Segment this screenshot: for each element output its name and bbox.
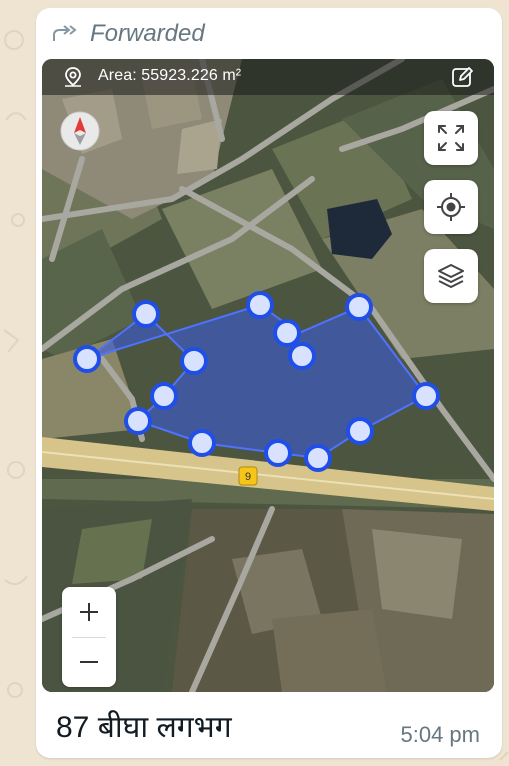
polygon-vertex[interactable] (73, 345, 101, 373)
polygon-vertex[interactable] (346, 417, 374, 445)
polygon-vertex[interactable] (188, 429, 216, 457)
minus-icon (80, 661, 98, 663)
polygon-vertex[interactable] (345, 293, 373, 321)
polygon-vertex[interactable] (304, 444, 332, 472)
forward-arrows-icon (53, 25, 77, 41)
fullscreen-button[interactable] (424, 111, 478, 165)
polygon-vertex[interactable] (412, 382, 440, 410)
message-bubble[interactable]: Forwarded 9 Area: 55923.226 m² 87 बीघा ल… (36, 8, 502, 758)
road-number-badge: 9 (238, 466, 258, 486)
zoom-in-button[interactable] (62, 587, 116, 637)
location-pin-icon (65, 67, 81, 87)
map-top-bar: Area: 55923.226 m² (42, 59, 494, 95)
polygon-vertex[interactable] (264, 439, 292, 467)
fullscreen-icon (438, 125, 464, 151)
map-screenshot-image[interactable]: 9 Area: 55923.226 m² (42, 59, 494, 692)
message-caption: 87 बीघा लगभग (56, 711, 232, 744)
polygon-vertex[interactable] (132, 300, 160, 328)
forwarded-indicator: Forwarded (52, 20, 205, 48)
polygon-vertex[interactable] (180, 347, 208, 375)
polygon-vertex[interactable] (124, 407, 152, 435)
locate-button[interactable] (424, 180, 478, 234)
polygon-vertex[interactable] (246, 291, 274, 319)
layers-icon (438, 264, 464, 288)
compass-icon[interactable] (60, 111, 100, 151)
polygon-vertex[interactable] (288, 342, 316, 370)
zoom-control (62, 587, 116, 687)
plus-icon (80, 603, 98, 621)
svg-text:9: 9 (245, 471, 251, 483)
polygon-vertex[interactable] (150, 382, 178, 410)
edit-icon[interactable] (450, 65, 474, 89)
forwarded-label: Forwarded (90, 20, 205, 47)
message-timestamp: 5:04 pm (400, 722, 481, 747)
layers-button[interactable] (424, 249, 478, 303)
zoom-out-button[interactable] (62, 637, 116, 687)
locate-icon (437, 193, 465, 221)
area-label: Area: 55923.226 m² (98, 67, 242, 84)
polygon-vertex[interactable] (273, 319, 301, 347)
